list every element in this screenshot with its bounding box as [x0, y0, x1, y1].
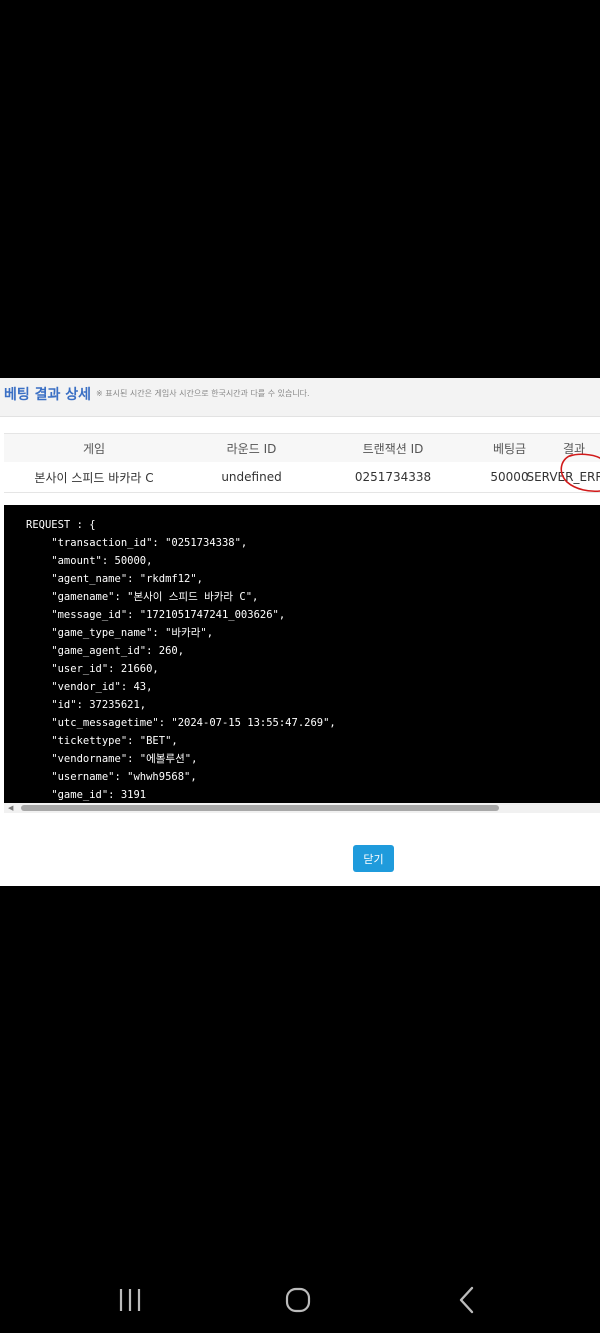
column-header-round-id: 라운드 ID [226, 441, 277, 456]
request-json-text: REQUEST : { "transaction_id": "025173433… [26, 519, 336, 801]
modal-title: 베팅 결과 상세 [4, 387, 92, 403]
recent-apps-icon[interactable] [105, 1280, 155, 1320]
bet-table: 게임 라운드 ID 트랜잭션 ID 베팅금 결과 본사이 스피드 바카라 C u… [4, 433, 600, 493]
cell-game: 본사이 스피드 바카라 C [34, 470, 154, 485]
android-navigation-bar [0, 1270, 600, 1333]
request-json-panel[interactable]: REQUEST : { "transaction_id": "025173433… [4, 505, 600, 803]
close-button[interactable]: 닫기 [353, 845, 394, 872]
scrollbar-thumb[interactable] [21, 805, 499, 811]
table-header-row: 게임 라운드 ID 트랜잭션 ID 베팅금 결과 [4, 433, 600, 463]
back-icon[interactable] [442, 1280, 492, 1320]
column-header-transaction-id: 트랜잭션 ID [362, 441, 424, 456]
red-circle-annotation-icon [560, 453, 600, 493]
modal-header: 베팅 결과 상세 ※ 표시된 시간은 게임사 시간으로 한국시간과 다를 수 있… [0, 378, 600, 417]
column-header-game: 게임 [82, 441, 106, 456]
scroll-left-arrow-icon[interactable]: ◀ [8, 803, 13, 813]
bet-result-modal: 베팅 결과 상세 ※ 표시된 시간은 게임사 시간으로 한국시간과 다를 수 있… [0, 378, 600, 886]
horizontal-scrollbar[interactable]: ◀ [4, 803, 600, 813]
cell-transaction-id: 0251734338 [354, 470, 432, 484]
timezone-note: ※ 표시된 시간은 게임사 시간으로 한국시간과 다를 수 있습니다. [96, 389, 310, 398]
home-icon[interactable] [273, 1280, 323, 1320]
cell-round-id: undefined [221, 470, 282, 484]
table-row: 본사이 스피드 바카라 C undefined 0251734338 50000… [4, 462, 600, 493]
